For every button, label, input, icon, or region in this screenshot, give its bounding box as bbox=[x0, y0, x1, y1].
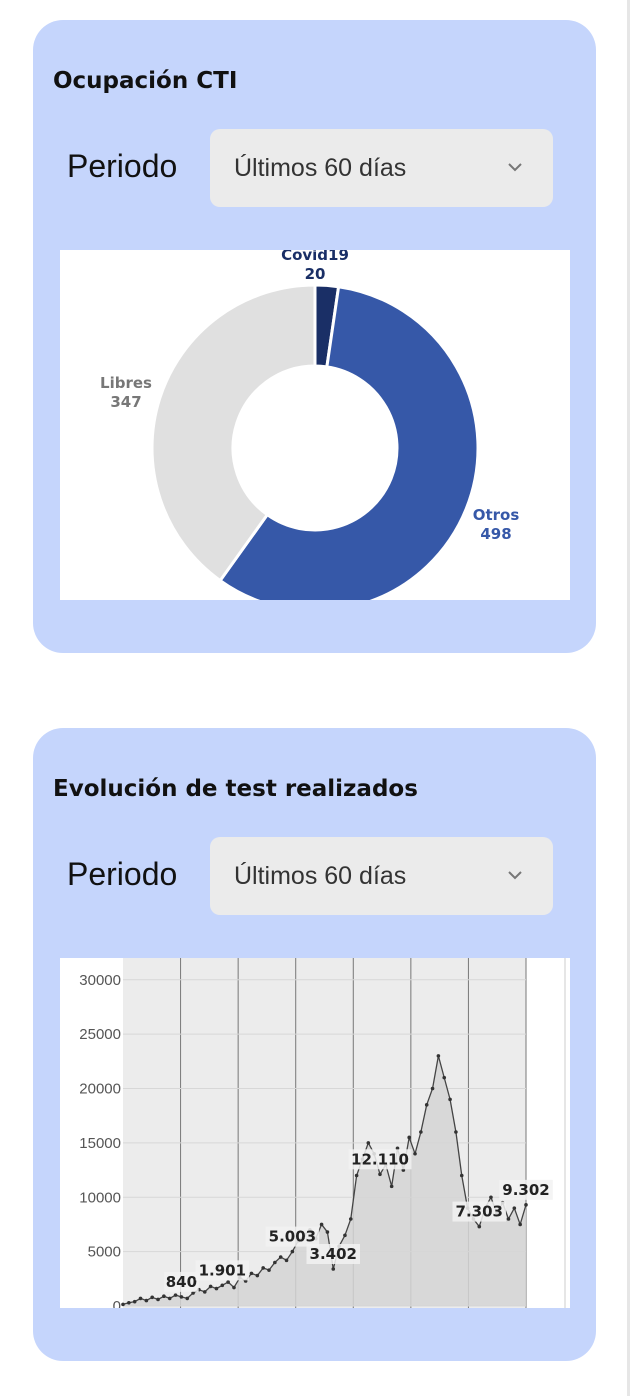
tests-line-svg: 0 5000 10000 15000 20000 25000 30000 8401.901 5.… bbox=[79, 958, 566, 1308]
series-point bbox=[436, 1054, 441, 1058]
series-point bbox=[138, 1296, 143, 1301]
series-point bbox=[430, 1086, 435, 1091]
donut-label-covid19: Covid19 bbox=[281, 250, 349, 264]
y-tick-label: 5000 bbox=[88, 1244, 121, 1261]
series-point bbox=[290, 1249, 295, 1254]
series-point bbox=[366, 1141, 371, 1145]
series-point bbox=[202, 1290, 207, 1294]
data-label: 3.402 bbox=[310, 1245, 357, 1263]
tests-period-value: Últimos 60 días bbox=[234, 862, 407, 890]
y-tick-label: 20000 bbox=[79, 1081, 121, 1098]
tests-line-chart: 0 5000 10000 15000 20000 25000 30000 840 1.901 5.… bbox=[60, 958, 570, 1308]
series-point bbox=[179, 1295, 184, 1299]
donut-value-otros: 498 bbox=[480, 525, 511, 543]
series-point bbox=[185, 1296, 190, 1301]
series-point bbox=[132, 1299, 137, 1304]
cti-donut-svg: Covid1920 Otros498 Libres347 bbox=[100, 250, 520, 600]
series-point bbox=[319, 1222, 324, 1227]
series-point bbox=[162, 1294, 166, 1299]
series-point bbox=[459, 1173, 464, 1178]
donut-value-covid19: 20 bbox=[305, 265, 326, 283]
series-point bbox=[454, 1130, 458, 1134]
data-label: 1.901 bbox=[199, 1261, 246, 1279]
y-tick-label: 0 bbox=[113, 1298, 121, 1308]
series-point bbox=[389, 1184, 394, 1189]
y-tick-label: 15000 bbox=[79, 1135, 121, 1152]
series-point bbox=[477, 1224, 482, 1229]
data-label: 7.303 bbox=[456, 1203, 503, 1221]
series-point bbox=[325, 1230, 330, 1234]
series-point bbox=[354, 1173, 359, 1178]
series-point bbox=[278, 1255, 283, 1259]
series-point bbox=[343, 1233, 347, 1238]
cti-card-title: Ocupación CTI bbox=[53, 68, 238, 94]
series-point bbox=[167, 1296, 172, 1301]
series-point bbox=[331, 1267, 336, 1271]
y-tick-label: 30000 bbox=[79, 972, 121, 989]
series-point bbox=[378, 1172, 382, 1177]
series-point bbox=[214, 1286, 219, 1291]
series-point bbox=[150, 1295, 155, 1300]
series-point bbox=[348, 1217, 353, 1221]
y-tick-label: 25000 bbox=[79, 1026, 121, 1043]
donut-label-otros: Otros bbox=[473, 506, 520, 524]
series-point bbox=[424, 1103, 429, 1107]
series-point bbox=[512, 1206, 517, 1210]
data-label: 5.003 bbox=[269, 1228, 316, 1246]
y-tick-label: 10000 bbox=[79, 1189, 121, 1206]
series-point bbox=[144, 1298, 149, 1303]
series-point bbox=[506, 1217, 511, 1221]
data-label: 12.110 bbox=[351, 1150, 409, 1168]
data-label: 9.302 bbox=[502, 1181, 549, 1199]
series-point bbox=[255, 1273, 260, 1278]
cti-period-value: Últimos 60 días bbox=[234, 154, 407, 182]
series-point bbox=[261, 1266, 265, 1270]
series-point bbox=[284, 1258, 289, 1263]
series-point bbox=[489, 1195, 493, 1200]
series-point bbox=[407, 1135, 411, 1140]
series-point bbox=[249, 1271, 254, 1276]
series-point bbox=[442, 1075, 447, 1080]
series-point bbox=[173, 1293, 178, 1297]
series-point bbox=[220, 1283, 225, 1288]
tests-period-label: Periodo bbox=[67, 856, 178, 892]
series-point bbox=[419, 1130, 423, 1134]
chevron-down-icon bbox=[508, 871, 522, 880]
donut-value-libres: 347 bbox=[110, 393, 141, 411]
series-point bbox=[127, 1300, 131, 1305]
series-point bbox=[208, 1284, 213, 1289]
series-point bbox=[518, 1222, 522, 1227]
series-point bbox=[273, 1260, 277, 1265]
cti-occupancy-card: Ocupación CTI Periodo Últimos 60 días Co… bbox=[33, 20, 596, 653]
donut-label-libres: Libres bbox=[100, 374, 152, 392]
series-point bbox=[156, 1297, 160, 1302]
series-point bbox=[413, 1151, 417, 1156]
series-point bbox=[226, 1280, 230, 1284]
tests-card-title: Evolución de test realizados bbox=[53, 776, 418, 802]
tests-evolution-card: Evolución de test realizados Periodo Últ… bbox=[33, 728, 596, 1361]
series-point bbox=[267, 1268, 271, 1272]
cti-donut-chart: Covid19 20 Otros 498 Libres 347 bbox=[60, 250, 570, 600]
series-point bbox=[448, 1097, 452, 1102]
tests-period-select[interactable]: Últimos 60 días bbox=[210, 837, 553, 915]
chevron-down-icon bbox=[508, 163, 522, 172]
series-point bbox=[232, 1285, 236, 1290]
cti-period-select[interactable]: Últimos 60 días bbox=[210, 129, 553, 207]
data-label: 840 bbox=[166, 1273, 197, 1291]
cti-period-label: Periodo bbox=[67, 148, 178, 184]
series-point bbox=[121, 1302, 125, 1307]
series-point bbox=[524, 1203, 528, 1207]
